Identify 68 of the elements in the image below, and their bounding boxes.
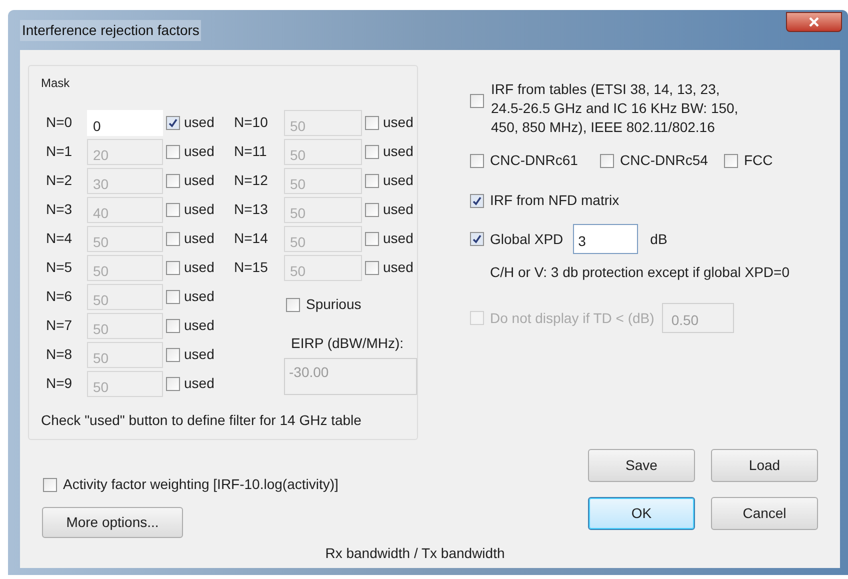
row-label: N=1 <box>46 142 74 161</box>
checkbox-label: CNC-DNRc54 <box>620 151 708 170</box>
option-label: IRF from tables (ETSI 38, 14, 13, 23, <box>491 80 721 99</box>
row-label: N=0 <box>46 113 74 132</box>
xpd-field[interactable]: 3 <box>573 224 638 254</box>
checkbox-label: Spurious <box>306 295 362 314</box>
checkbox[interactable] <box>470 232 484 246</box>
row-label: N=3 <box>46 200 74 219</box>
mask-note: Check "used" button to define filter for 14 GHz table <box>41 411 362 430</box>
dialog-button[interactable]: OK <box>588 497 695 530</box>
row-label: N=4 <box>46 229 74 248</box>
checkbox-label: Do not display if TD < (dB) <box>490 308 654 328</box>
checkbox-label: used <box>184 200 214 219</box>
checkbox-label: used <box>383 200 414 219</box>
checkbox-label: used <box>383 229 414 248</box>
xpd-note: C/H or V: 3 db protection except if global XPD=0 <box>490 263 790 282</box>
row-label: N=9 <box>46 374 74 393</box>
checkbox[interactable] <box>600 154 614 168</box>
window-title: Interference rejection factors <box>20 20 202 41</box>
checkbox[interactable] <box>286 298 300 312</box>
row-label: N=11 <box>234 142 268 161</box>
row-label: N=15 <box>234 258 269 277</box>
checkbox-label: used <box>383 258 414 277</box>
group-title: Mask <box>41 75 70 92</box>
checkbox[interactable] <box>166 116 180 130</box>
dialog-button[interactable]: Load <box>711 449 818 482</box>
row-label: N=5 <box>46 258 74 277</box>
checkbox-label: used <box>184 171 214 190</box>
checkbox-label: used <box>184 113 214 132</box>
option-label: 24.5-26.5 GHz and IC 16 KHz BW: 150, <box>491 99 738 118</box>
dialog-button[interactable]: Save <box>588 449 695 482</box>
dialog-button[interactable]: Cancel <box>711 497 818 530</box>
row-label: N=13 <box>234 200 269 219</box>
eirp-label: EIRP (dBW/MHz): <box>291 334 404 353</box>
footer-text: Rx bandwidth / Tx bandwidth <box>325 544 505 563</box>
checkbox[interactable] <box>470 154 484 168</box>
checkbox[interactable] <box>470 194 484 208</box>
close-icon <box>809 17 819 27</box>
checkbox-label: used <box>184 287 214 306</box>
checkbox-label: IRF from NFD matrix <box>490 191 620 210</box>
checkbox[interactable] <box>43 478 57 492</box>
row-label: N=14 <box>234 229 269 248</box>
option-label: 450, 850 MHz), IEEE 802.11/802.16 <box>491 118 716 137</box>
more-options-button[interactable]: More options... <box>42 507 183 538</box>
checkbox-label: used <box>383 113 414 132</box>
checkbox[interactable] <box>470 94 484 108</box>
value-field[interactable]: 0 <box>87 110 163 136</box>
close-button[interactable] <box>786 12 842 32</box>
row-label: N=12 <box>234 171 269 190</box>
checkbox-label: used <box>184 316 214 335</box>
checkbox[interactable] <box>724 154 738 168</box>
checkbox-label: used <box>383 171 414 190</box>
row-label: N=8 <box>46 345 74 364</box>
checkbox-label: used <box>184 229 214 248</box>
checkbox-label: used <box>184 345 214 364</box>
checkbox-label: used <box>383 142 414 161</box>
row-label: N=2 <box>46 171 74 190</box>
unit-label: dB <box>650 230 668 248</box>
checkbox-label: FCC <box>744 151 773 170</box>
checkbox-label: Activity factor weighting [IRF-10.log(activity)] <box>63 475 338 494</box>
checkbox-label: used <box>184 374 214 393</box>
row-label: N=7 <box>46 316 74 335</box>
checkbox-label: CNC-DNRc61 <box>490 151 578 170</box>
checkbox-label: used <box>184 258 214 277</box>
row-label: N=6 <box>46 287 74 306</box>
checkbox-label: Global XPD <box>490 230 564 248</box>
checkbox-label: used <box>184 142 214 161</box>
row-label: N=10 <box>234 113 269 132</box>
